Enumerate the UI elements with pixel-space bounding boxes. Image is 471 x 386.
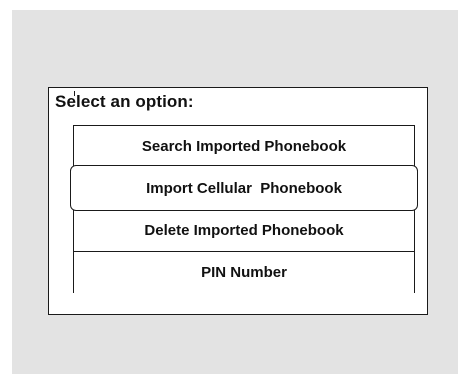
dialog-tick-mark bbox=[74, 91, 75, 96]
menu-item-delete-imported-phonebook[interactable]: Delete Imported Phonebook bbox=[74, 209, 414, 251]
dialog-prompt: Select an option: bbox=[55, 92, 194, 111]
menu-item-label: Delete Imported Phonebook bbox=[144, 222, 344, 239]
menu-item-pin-number[interactable]: PIN Number bbox=[74, 251, 414, 293]
menu-item-search-imported-phonebook[interactable]: Search Imported Phonebook bbox=[74, 125, 414, 167]
option-list: Search Imported Phonebook Import Cellula… bbox=[70, 125, 418, 293]
menu-item-label: Import Cellular Phonebook bbox=[146, 179, 342, 197]
menu-item-label: Search Imported Phonebook bbox=[141, 138, 347, 155]
menu-item-import-cellular-phonebook[interactable]: Import Cellular Phonebook bbox=[70, 165, 418, 211]
menu-item-label: PIN Number bbox=[201, 264, 287, 281]
